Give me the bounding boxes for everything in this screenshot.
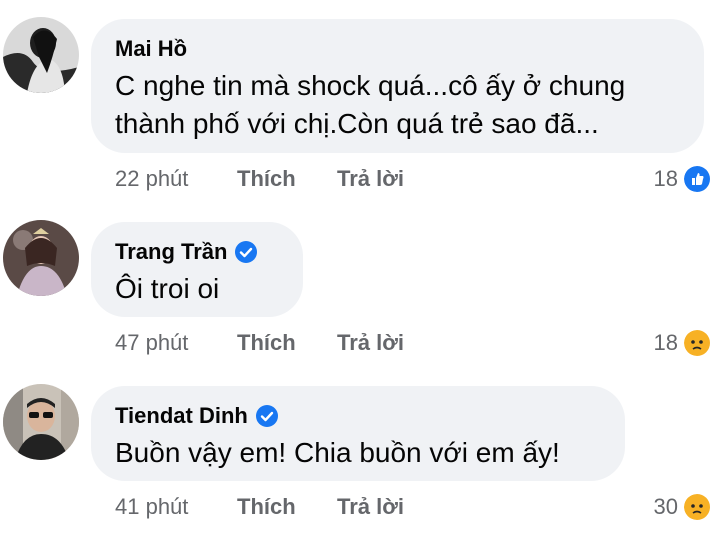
comment-author[interactable]: Mai Hồ [115,35,680,63]
comment-text: Ôi troi oi [115,273,220,304]
comment-author[interactable]: Tiendat Dinh [115,402,601,430]
avatar[interactable] [3,220,79,296]
comment-meta: 47 phút Thích Trả lời 18 [115,329,710,357]
like-button[interactable]: Thích [237,165,296,193]
comment-meta: 22 phút Thích Trả lời 18 [115,165,710,193]
reply-button[interactable]: Trả lời [337,493,404,521]
verified-badge-icon [255,405,278,427]
reaction-summary[interactable]: 18 [654,165,710,193]
comment-text: C nghe tin mà shock quá...cô ấy ở chung … [115,70,626,139]
comment-meta: 41 phút Thích Trả lời 30 [115,493,710,521]
reaction-summary[interactable]: 18 [654,329,710,357]
comment-bubble: Tiendat Dinh Buồn vậy em! Chia buồn với … [91,386,625,481]
like-button[interactable]: Thích [237,493,296,521]
comment-time[interactable]: 47 phút [115,329,188,357]
avatar[interactable] [3,384,79,460]
comment-bubble: Mai Hồ C nghe tin mà shock quá...cô ấy ở… [91,19,704,153]
like-button[interactable]: Thích [237,329,296,357]
verified-badge-icon [235,241,258,263]
comment-bubble: Trang Trần Ôi troi oi [91,222,303,317]
reaction-count: 30 [653,494,678,519]
sad-icon [684,330,710,356]
reply-button[interactable]: Trả lời [337,329,404,357]
comment-time[interactable]: 41 phút [115,493,188,521]
avatar[interactable] [3,17,79,93]
comment-time[interactable]: 22 phút [115,165,188,193]
like-icon [684,166,710,192]
comment-author[interactable]: Trang Trần [115,238,279,266]
reply-button[interactable]: Trả lời [337,165,404,193]
sad-icon [684,494,710,520]
reaction-count: 18 [653,166,678,191]
reaction-count: 18 [653,330,678,355]
reaction-summary[interactable]: 30 [654,493,710,521]
comment-text: Buồn vậy em! Chia buồn với em ấy! [115,437,560,468]
